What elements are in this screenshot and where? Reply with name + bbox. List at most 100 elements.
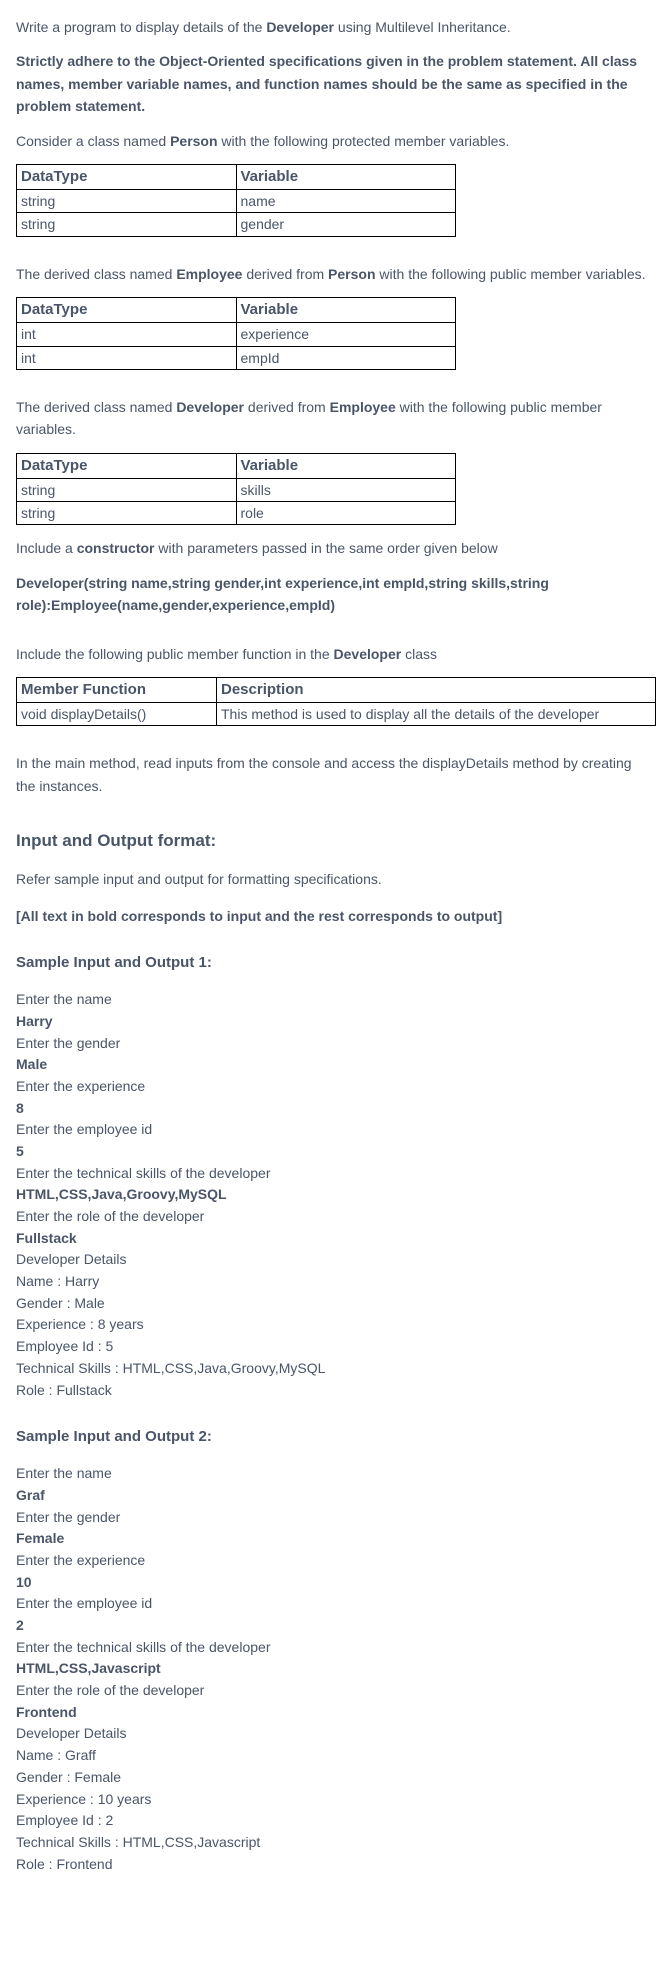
io-output-line: Enter the gender: [16, 1033, 652, 1055]
io-output-line: Employee Id : 5: [16, 1336, 652, 1358]
io-output-line: Enter the technical skills of the develo…: [16, 1163, 652, 1185]
io-output-line: Enter the experience: [16, 1076, 652, 1098]
io-output-line: Technical Skills : HTML,CSS,Java,Groovy,…: [16, 1358, 652, 1380]
cell-var: name: [236, 189, 456, 212]
strict-adherence: Strictly adhere to the Object-Oriented s…: [16, 50, 652, 117]
bold-person: Person: [170, 133, 217, 149]
text: with the following public member variabl…: [376, 266, 646, 282]
bold-developer: Developer: [176, 399, 244, 415]
io-output-line: Name : Harry: [16, 1271, 652, 1293]
text: derived from: [242, 266, 328, 282]
cell-dt: string: [17, 502, 237, 525]
io-input-line: HTML,CSS,Javascript: [16, 1658, 652, 1680]
main-method-text: In the main method, read inputs from the…: [16, 752, 652, 797]
io-input-line: Fullstack: [16, 1228, 652, 1250]
io-output-line: Experience : 10 years: [16, 1789, 652, 1811]
io-format-heading: Input and Output format:: [16, 827, 652, 854]
text: The derived class named: [16, 266, 176, 282]
cell-var: skills: [236, 478, 456, 501]
io-input-line: Frontend: [16, 1702, 652, 1724]
table-header-row: DataType Variable: [17, 453, 456, 478]
constructor-signature: Developer(string name,string gender,int …: [16, 572, 652, 617]
table-row: intempId: [17, 346, 456, 369]
cell-dt: string: [17, 478, 237, 501]
table-header-row: DataType Variable: [17, 164, 456, 189]
io-output-line: Developer Details: [16, 1249, 652, 1271]
table-row: intexperience: [17, 323, 456, 346]
member-fn-text: Include the following public member func…: [16, 643, 652, 665]
table-row: stringgender: [17, 213, 456, 236]
cell-mf: void displayDetails(): [17, 703, 217, 726]
bold-employee: Employee: [176, 266, 242, 282]
text: Consider a class named: [16, 133, 170, 149]
header-variable: Variable: [236, 298, 456, 323]
text: derived from: [244, 399, 330, 415]
header-datatype: DataType: [17, 164, 237, 189]
header-datatype: DataType: [17, 298, 237, 323]
io-input-line: Graf: [16, 1485, 652, 1507]
io-output-line: Enter the employee id: [16, 1593, 652, 1615]
io-output-line: Enter the gender: [16, 1507, 652, 1529]
io-output-line: Experience : 8 years: [16, 1314, 652, 1336]
bold-person: Person: [328, 266, 375, 282]
io-output-line: Gender : Male: [16, 1293, 652, 1315]
cell-var: role: [236, 502, 456, 525]
cell-var: experience: [236, 323, 456, 346]
io-output-line: Enter the technical skills of the develo…: [16, 1637, 652, 1659]
io-output-line: Enter the experience: [16, 1550, 652, 1572]
io-output-line: Enter the employee id: [16, 1119, 652, 1141]
bold-constructor: constructor: [77, 540, 155, 556]
io-input-line: 10: [16, 1572, 652, 1594]
text: using Multilevel Inheritance.: [334, 19, 511, 35]
intro-line-1: Write a program to display details of th…: [16, 16, 652, 38]
io-output-line: Enter the name: [16, 989, 652, 1011]
person-intro: Consider a class named Person with the f…: [16, 130, 652, 152]
io-input-line: 2: [16, 1615, 652, 1637]
sample-1-heading: Sample Input and Output 1:: [16, 951, 652, 975]
person-table: DataType Variable stringname stringgende…: [16, 164, 456, 237]
table-row: stringrole: [17, 502, 456, 525]
io-output-line: Employee Id : 2: [16, 1810, 652, 1832]
constructor-text: Include a constructor with parameters pa…: [16, 537, 652, 559]
io-input-line: Female: [16, 1528, 652, 1550]
table-header-row: DataType Variable: [17, 298, 456, 323]
employee-table: DataType Variable intexperience intempId: [16, 297, 456, 370]
table-row: void displayDetails()This method is used…: [17, 703, 656, 726]
header-variable: Variable: [236, 453, 456, 478]
io-output-line: Technical Skills : HTML,CSS,Javascript: [16, 1832, 652, 1854]
cell-var: empId: [236, 346, 456, 369]
cell-dt: string: [17, 189, 237, 212]
cell-dt: int: [17, 346, 237, 369]
sample-2-heading: Sample Input and Output 2:: [16, 1425, 652, 1449]
io-input-line: 8: [16, 1098, 652, 1120]
cell-desc: This method is used to display all the d…: [217, 703, 656, 726]
developer-table: DataType Variable stringskills stringrol…: [16, 453, 456, 526]
text: with parameters passed in the same order…: [155, 540, 498, 556]
io-output-line: Enter the role of the developer: [16, 1680, 652, 1702]
text: Include a: [16, 540, 77, 556]
io-input-line: Harry: [16, 1011, 652, 1033]
io-bold-note: [All text in bold corresponds to input a…: [16, 905, 652, 927]
table-header-row: Member Function Description: [17, 678, 656, 703]
io-output-line: Name : Graff: [16, 1745, 652, 1767]
io-output-line: Role : Fullstack: [16, 1380, 652, 1402]
table-row: stringskills: [17, 478, 456, 501]
header-member-function: Member Function: [17, 678, 217, 703]
text: Write a program to display details of th…: [16, 19, 266, 35]
text: class: [401, 646, 437, 662]
text: The derived class named: [16, 399, 176, 415]
io-refer-text: Refer sample input and output for format…: [16, 868, 652, 890]
io-output-line: Gender : Female: [16, 1767, 652, 1789]
io-output-line: Role : Frontend: [16, 1854, 652, 1876]
io-output-line: Enter the name: [16, 1463, 652, 1485]
bold-developer: Developer: [266, 19, 334, 35]
header-datatype: DataType: [17, 453, 237, 478]
sample-2-block: Enter the nameGrafEnter the genderFemale…: [16, 1463, 652, 1875]
text: with the following protected member vari…: [218, 133, 510, 149]
employee-intro: The derived class named Employee derived…: [16, 263, 652, 285]
bold-developer: Developer: [334, 646, 402, 662]
io-input-line: 5: [16, 1141, 652, 1163]
sample-1-block: Enter the nameHarryEnter the genderMaleE…: [16, 989, 652, 1401]
developer-intro: The derived class named Developer derive…: [16, 396, 652, 441]
io-input-line: HTML,CSS,Java,Groovy,MySQL: [16, 1184, 652, 1206]
